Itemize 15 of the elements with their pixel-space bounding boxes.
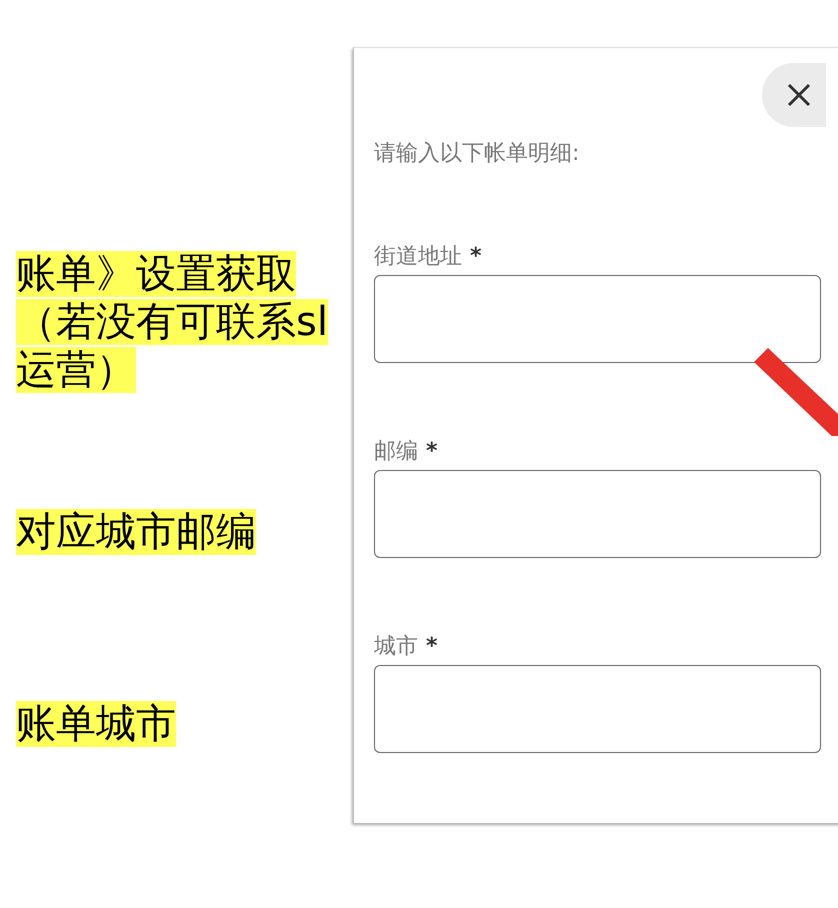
required-mark: *: [426, 438, 438, 466]
input-field[interactable]: [374, 275, 821, 363]
field-label: 街道地址: [374, 243, 462, 271]
field-label: 邮编: [374, 438, 418, 466]
dialog-intro: 请输入以下帐单明细:: [374, 140, 580, 168]
required-mark: *: [470, 243, 482, 271]
annotation-note: 账单城市: [16, 700, 177, 748]
close-icon: [787, 83, 811, 107]
field-label: 城市: [374, 633, 418, 661]
input-field[interactable]: [374, 665, 821, 753]
close-button[interactable]: [762, 63, 826, 127]
input-field[interactable]: [374, 470, 821, 558]
required-mark: *: [426, 633, 438, 661]
annotation-note: 对应城市邮编: [16, 508, 257, 556]
annotation-note: 账单》设置获取（若没有可联系sl运营）: [16, 250, 329, 394]
